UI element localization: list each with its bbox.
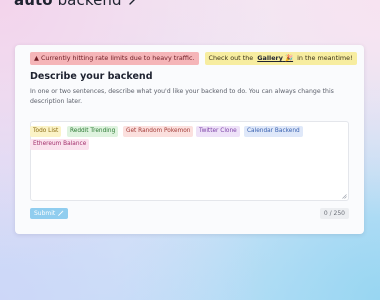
gallery-suffix: in the meantime!: [297, 54, 353, 62]
suggestion-twitter-clone[interactable]: Twitter Clone: [196, 126, 240, 137]
gallery-alert: Check out the Gallery 🎉 in the meantime!: [204, 52, 357, 65]
magic-wand-icon: [128, 0, 135, 5]
rate-limit-alert: ▲ Currently hitting rate limits due to h…: [30, 52, 199, 65]
suggestion-calendar-backend[interactable]: Calendar Backend: [244, 126, 303, 137]
backend-form-card: ▲ Currently hitting rate limits due to h…: [15, 45, 364, 234]
suggestion-reddit-trending[interactable]: Reddit Trending: [67, 126, 119, 137]
gallery-prefix: Check out the: [208, 54, 254, 62]
suggestion-todo-list[interactable]: Todo List: [30, 126, 62, 137]
submit-button[interactable]: Submit: [30, 208, 69, 219]
gallery-link[interactable]: Gallery 🎉: [255, 54, 295, 62]
form-description: In one or two sentences, describe what y…: [30, 88, 334, 105]
magic-wand-icon: [58, 210, 64, 216]
resize-handle-icon[interactable]: [342, 194, 347, 199]
suggestion-get-random-pokemon[interactable]: Get Random Pokemon: [123, 126, 194, 137]
suggestion-ethereum-balance[interactable]: Ethereum Balance: [30, 139, 90, 150]
brand-name-part2: backend: [57, 0, 122, 9]
submit-label: Submit: [34, 210, 56, 217]
warning-triangle-icon: ▲: [34, 54, 39, 62]
character-counter: 0 / 250: [319, 208, 349, 219]
alerts-row: ▲ Currently hitting rate limits due to h…: [30, 52, 357, 65]
page-title: Describe your backend: [30, 71, 153, 82]
brand-name-part1: auto: [14, 0, 53, 9]
rate-limit-text: Currently hitting rate limits due to hea…: [40, 54, 195, 62]
brand-logo: auto backend: [14, 0, 139, 9]
gallery-link-label[interactable]: Gallery: [257, 54, 283, 62]
party-popper-icon: 🎉: [285, 54, 294, 62]
